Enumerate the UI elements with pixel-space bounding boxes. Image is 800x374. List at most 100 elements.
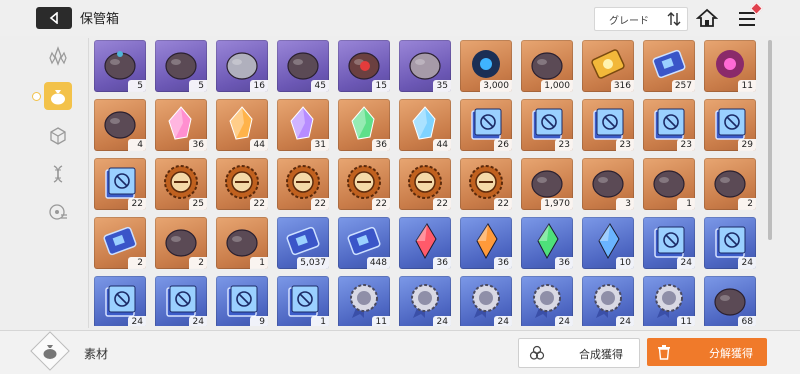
blue-book-eye-icon [105, 285, 136, 317]
inventory-item-blue-blue-shard[interactable]: 10 [582, 217, 634, 269]
orange-golden-feather-icon [104, 111, 136, 139]
inventory-item-purple-spiral-shell[interactable]: 35 [399, 40, 451, 92]
material-bag-icon [51, 90, 65, 105]
blue-book-tome-icon [288, 285, 319, 317]
inventory-item-orange-cards[interactable]: 2 [94, 217, 146, 269]
orange-book-circle-icon [715, 108, 746, 140]
inventory-item-blue-card-chip[interactable]: 5,037 [277, 217, 329, 269]
tab-cube[interactable] [44, 122, 72, 150]
tab-crystal[interactable] [44, 42, 72, 70]
inventory-item-orange-green-crystal[interactable]: 36 [338, 99, 390, 151]
inventory-item-blue-silver-medal-3[interactable]: 24 [460, 276, 512, 326]
inventory-item-blue-silver-medal-6[interactable]: 11 [643, 276, 695, 326]
inventory-item-orange-dreamcatcher[interactable]: 2 [155, 217, 207, 269]
item-quantity: 24 [616, 316, 634, 326]
inventory-item-purple-red-core-rock[interactable]: 15 [338, 40, 390, 92]
inventory-item-blue-book-arrows[interactable]: 24 [155, 276, 207, 326]
item-quantity: 10 [616, 257, 634, 269]
inventory-item-orange-rainbow-crystal[interactable]: 36 [155, 99, 207, 151]
item-quantity: 36 [555, 257, 573, 269]
synthesize-acquire-button[interactable]: 合成獲得 [518, 338, 640, 368]
sort-dropdown[interactable]: グレード [594, 7, 688, 31]
inventory-item-orange-gear-medal-1[interactable]: 25 [155, 158, 207, 210]
inventory-item-orange-gold-card[interactable]: 257 [643, 40, 695, 92]
item-quantity: 68 [738, 316, 756, 326]
tab-materials[interactable] [44, 82, 72, 110]
inventory-item-orange-spray-gun[interactable]: 2 [704, 158, 756, 210]
inventory-item-blue-red-shard[interactable]: 36 [399, 217, 451, 269]
item-quantity: 24 [128, 316, 146, 326]
inventory-item-orange-blue-album[interactable]: 1 [643, 158, 695, 210]
back-button[interactable] [36, 7, 72, 29]
inventory-item-blue-crystal-sprout[interactable]: 68 [704, 276, 756, 326]
orange-blue-eye-orb-icon [472, 50, 500, 78]
orange-dreamcatcher-icon [165, 229, 197, 257]
inventory-item-blue-silver-medal-4[interactable]: 24 [521, 276, 573, 326]
inventory-item-orange-book-tome[interactable]: 22 [94, 158, 146, 210]
scrollbar[interactable] [768, 40, 772, 240]
dna-icon [53, 165, 63, 183]
item-quantity: 36 [494, 257, 512, 269]
inventory-item-orange-blue-crystal[interactable]: 44 [399, 99, 451, 151]
inventory-item-orange-purple-crystal[interactable]: 31 [277, 99, 329, 151]
orange-green-crystal-icon [351, 106, 375, 140]
inventory-item-purple-dark-ore[interactable]: 5 [155, 40, 207, 92]
tab-dna[interactable] [44, 160, 72, 188]
item-quantity: 16 [250, 80, 268, 92]
inventory-item-orange-book-arrows[interactable]: 23 [643, 99, 695, 151]
inventory-item-blue-green-shard[interactable]: 36 [521, 217, 573, 269]
item-quantity: 1 [677, 198, 695, 210]
inventory-item-orange-holo-pick[interactable]: 1 [216, 217, 268, 269]
blue-silver-medal-3-icon [472, 284, 500, 318]
inventory-item-orange-gear-medal-6[interactable]: 22 [460, 158, 512, 210]
inventory-item-purple-rock-face[interactable]: 45 [277, 40, 329, 92]
inventory-item-purple-silver-orb[interactable]: 16 [216, 40, 268, 92]
orange-gear-medal-5-icon [408, 165, 442, 199]
inventory-item-blue-silver-medal-5[interactable]: 24 [582, 276, 634, 326]
inventory-item-orange-gear-medal-5[interactable]: 22 [399, 158, 451, 210]
item-quantity: 29 [738, 139, 756, 151]
orange-gear-medal-4-icon [347, 165, 381, 199]
inventory-item-blue-silver-medal-2[interactable]: 24 [399, 276, 451, 326]
inventory-item-blue-book-eye[interactable]: 24 [94, 276, 146, 326]
sort-order-icon[interactable] [667, 11, 681, 27]
inventory-item-orange-green-sprout[interactable]: 1,970 [521, 158, 573, 210]
orange-book-tome-icon [105, 167, 136, 199]
inventory-item-purple-stone-head[interactable]: 5 [94, 40, 146, 92]
inventory-item-orange-book-eye[interactable]: 23 [582, 99, 634, 151]
inventory-item-blue-orange-shard[interactable]: 36 [460, 217, 512, 269]
item-quantity: 22 [372, 198, 390, 210]
home-icon[interactable] [696, 8, 718, 28]
inventory-item-orange-gear-medal-2[interactable]: 22 [216, 158, 268, 210]
item-quantity: 11 [372, 316, 390, 326]
inventory-item-orange-gear-medal-4[interactable]: 22 [338, 158, 390, 210]
item-quantity: 36 [433, 257, 451, 269]
active-tab-indicator [32, 92, 41, 101]
scroll-thumb[interactable] [768, 40, 772, 240]
inventory-item-blue-card-key[interactable]: 448 [338, 217, 390, 269]
inventory-item-blue-book-shield[interactable]: 24 [704, 217, 756, 269]
inventory-item-orange-blue-cube[interactable]: 3 [582, 158, 634, 210]
inventory-item-orange-blue-eye-orb[interactable]: 3,000 [460, 40, 512, 92]
inventory-item-blue-book-cross[interactable]: 24 [643, 217, 695, 269]
inventory-item-orange-book-shield[interactable]: 23 [521, 99, 573, 151]
inventory-item-blue-book-circle[interactable]: 9 [216, 276, 268, 326]
item-quantity: 1 [311, 316, 329, 326]
dismantle-acquire-button[interactable]: 分解獲得 [647, 338, 767, 366]
inventory-item-blue-book-tome[interactable]: 1 [277, 276, 329, 326]
inventory-item-orange-orange-crystal[interactable]: 44 [216, 99, 268, 151]
blue-book-shield-icon [715, 226, 746, 258]
inventory-item-orange-purple-eye[interactable]: 11 [704, 40, 756, 92]
blue-silver-medal-2-icon [411, 284, 439, 318]
orange-green-sprout-icon [531, 170, 563, 198]
inventory-item-orange-dark-chip[interactable]: 1,000 [521, 40, 573, 92]
tab-disc[interactable] [44, 198, 72, 226]
inventory-item-blue-silver-medal-1[interactable]: 11 [338, 276, 390, 326]
inventory-item-orange-book-cross[interactable]: 26 [460, 99, 512, 151]
orange-gold-ticket-icon [591, 49, 625, 79]
blue-silver-medal-4-icon [533, 284, 561, 318]
inventory-item-orange-gear-medal-3[interactable]: 22 [277, 158, 329, 210]
inventory-item-orange-golden-feather[interactable]: 4 [94, 99, 146, 151]
inventory-item-orange-book-circle[interactable]: 29 [704, 99, 756, 151]
inventory-item-orange-gold-ticket[interactable]: 316 [582, 40, 634, 92]
